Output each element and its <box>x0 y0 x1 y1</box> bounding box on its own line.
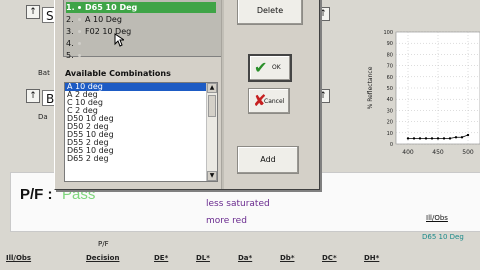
data-point <box>442 137 446 140</box>
x-tick-label: 500 <box>462 149 474 156</box>
data-point <box>466 133 470 137</box>
row-number: 2. <box>66 15 74 24</box>
header-dl: DL* <box>196 254 210 262</box>
data-point <box>406 137 410 140</box>
move-up-arrow-button[interactable]: ↑ <box>26 5 40 19</box>
mouse-cursor-icon <box>114 33 124 47</box>
row-label: D65 10 Deg <box>85 3 138 12</box>
reflectance-chart-svg: 1009080706050403020100400 450 500% Reflect… <box>367 30 480 156</box>
batch-label: Bat <box>38 69 50 77</box>
row-label: F02 10 Deg <box>85 27 132 36</box>
reflectance-chart: 100 90 80 70 60 50 40 30 20 10 0 400 450 500% Reflect… <box>360 28 480 178</box>
selected-row-4[interactable]: 4. <box>66 38 216 49</box>
bullet-icon <box>78 53 81 57</box>
selected-illuminants-list: 1. D65 10 Deg 2. A 10 Deg 3. F02 10 Deg 4. … <box>63 0 223 60</box>
y-tick-label: 0 <box>390 142 393 148</box>
data-point <box>424 137 428 140</box>
selected-row-3[interactable]: 3. F02 10 Deg <box>66 26 216 37</box>
y-tick-label: 40 <box>387 97 393 103</box>
header-dc: DC* <box>322 254 337 262</box>
y-axis-label: % Reflectance <box>367 66 374 109</box>
scroll-up-icon[interactable]: ▲ <box>207 83 217 93</box>
row-number: 5. <box>66 51 74 60</box>
y-tick-label: 50 <box>387 86 393 92</box>
x-tick-label: 450 <box>432 149 444 156</box>
scroll-thumb[interactable] <box>208 95 216 117</box>
bullet-icon <box>78 41 81 45</box>
pf-column-label: P/F <box>98 240 109 248</box>
ill-obs-value: D65 10 Deg <box>422 233 464 241</box>
ok-button[interactable]: ✔ OK <box>248 54 292 82</box>
ok-label: OK <box>272 64 281 71</box>
cancel-button[interactable]: ✘ Cancel <box>248 88 290 114</box>
y-tick-label: 10 <box>387 131 393 137</box>
data-point <box>460 136 464 139</box>
selected-row-1[interactable]: 1. D65 10 Deg <box>66 2 216 13</box>
available-combinations-label: Available Combinations <box>65 69 171 78</box>
data-point <box>448 137 452 140</box>
data-point <box>454 136 458 139</box>
illuminant-selection-dialog: 1. D65 10 Deg 2. A 10 Deg 3. F02 10 Deg 4. … <box>54 0 320 190</box>
header-decision: Decision <box>86 254 120 262</box>
bullet-icon <box>78 17 81 21</box>
header-dh: DH* <box>364 254 380 262</box>
y-tick-label: 30 <box>387 108 393 114</box>
scroll-down-icon[interactable]: ▼ <box>207 171 217 181</box>
available-combinations-list[interactable]: A 10 deg A 2 deg C 10 deg C 2 deg D50 10… <box>64 82 218 182</box>
y-tick-label: 100 <box>383 30 393 36</box>
header-da: Da* <box>238 254 253 262</box>
bullet-icon <box>78 29 81 33</box>
row-number: 4. <box>66 39 74 48</box>
data-point <box>418 137 422 140</box>
y-tick-label: 70 <box>387 64 393 70</box>
bullet-icon <box>78 5 81 9</box>
row-number: 3. <box>66 27 74 36</box>
available-item[interactable]: D65 2 deg <box>65 155 217 163</box>
data-point <box>430 137 434 140</box>
cancel-label: Cancel <box>264 98 285 105</box>
data-point <box>412 137 416 140</box>
pass-fail-label: P/F : <box>20 186 53 203</box>
delete-button[interactable]: Delete <box>237 0 303 25</box>
divider <box>221 0 224 189</box>
header-ill-obs: Ill/Obs <box>6 254 32 262</box>
list-scrollbar[interactable]: ▲ ▼ <box>206 83 217 181</box>
data-point <box>436 137 440 140</box>
selected-row-5[interactable]: 5. <box>66 50 216 61</box>
x-tick-label: 400 <box>402 149 414 156</box>
header-de: DE* <box>154 254 169 262</box>
header-db: Db* <box>280 254 295 262</box>
y-tick-label: 60 <box>387 75 393 81</box>
row-label: A 10 Deg <box>85 15 122 24</box>
move-down-arrow-button[interactable]: ↑ <box>26 89 40 103</box>
y-tick-label: 90 <box>387 41 393 47</box>
add-button[interactable]: Add <box>237 146 299 174</box>
y-tick-label: 20 <box>387 120 393 126</box>
ill-obs-label: Ill/Obs <box>426 214 448 222</box>
assessment-hue: more red <box>206 216 247 226</box>
assessment-saturation: less saturated <box>206 199 270 209</box>
date-label: Da <box>38 113 48 121</box>
y-tick-label: 80 <box>387 52 393 58</box>
selected-row-2[interactable]: 2. A 10 Deg <box>66 14 216 25</box>
row-number: 1. <box>66 3 75 12</box>
checkmark-icon: ✔ <box>254 58 268 77</box>
